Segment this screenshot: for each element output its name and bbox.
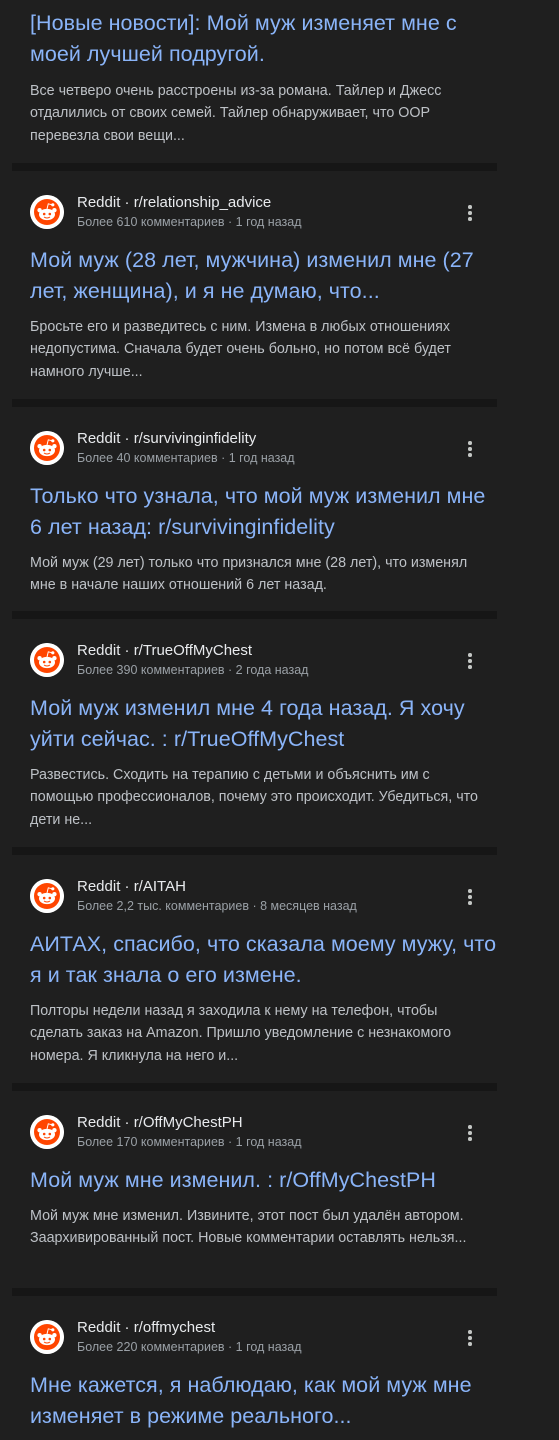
result-source: Reddit · r/offmychest [77, 1319, 216, 1336]
result-meta: Более 2,2 тыс. комментариев · 8 месяцев … [77, 899, 357, 913]
result-title-link[interactable]: Мой муж изменил мне 4 года назад. Я хочу… [30, 693, 500, 755]
result-source: Reddit · r/TrueOffMyChest [77, 642, 253, 659]
more-vert-icon[interactable] [460, 1322, 480, 1352]
reddit-icon [30, 879, 64, 913]
more-vert-icon[interactable] [460, 1117, 480, 1147]
result-divider [12, 1083, 497, 1091]
result-source-header[interactable]: Reddit · r/survivinginfidelity Более 40 … [30, 430, 490, 467]
reddit-icon [30, 643, 64, 677]
result-source-header[interactable]: Reddit · r/AITAH Более 2,2 тыс. коммента… [30, 878, 490, 915]
result-source: Reddit · r/relationship_advice [77, 194, 272, 211]
reddit-icon [30, 195, 64, 229]
result-source-header[interactable]: Reddit · r/offmychest Более 220 коммента… [30, 1319, 490, 1356]
result-meta: Более 220 комментариев · 1 год назад [77, 1340, 302, 1354]
result-divider [12, 847, 497, 855]
more-vert-icon[interactable] [460, 645, 480, 675]
result-title-link[interactable]: АИТАХ, спасибо, что сказала моему мужу, … [30, 929, 500, 991]
more-vert-icon[interactable] [460, 197, 480, 227]
reddit-icon [30, 431, 64, 465]
result-snippet: Развестись. Сходить на терапию с детьми … [30, 767, 479, 828]
result-title-link[interactable]: Мне кажется, я наблюдаю, как мой муж мне… [30, 1370, 500, 1432]
result-source: Reddit · r/OffMyChestPH [77, 1114, 243, 1131]
result-source-header[interactable]: Reddit · r/TrueOffMyChest Более 390 комм… [30, 642, 490, 679]
result-title-link[interactable]: Только что узнала, что мой муж изменил м… [30, 481, 500, 543]
result-divider [12, 163, 497, 171]
result-snippet: Бросьте его и разведитесь с ним. Измена … [30, 319, 451, 380]
more-vert-icon[interactable] [460, 881, 480, 911]
more-vert-icon[interactable] [460, 433, 480, 463]
result-snippet: Мой муж мне изменил. Извините, этот пост… [30, 1208, 467, 1247]
reddit-icon [30, 1320, 64, 1354]
result-source: Reddit · r/AITAH [77, 878, 186, 895]
result-divider [12, 1288, 497, 1296]
reddit-icon [30, 1115, 64, 1149]
result-title-link[interactable]: Мой муж (28 лет, мужчина) изменил мне (2… [30, 245, 500, 307]
result-source-header[interactable]: Reddit · r/OffMyChestPH Более 170 коммен… [30, 1114, 490, 1151]
result-snippet: Полторы недели назад я заходила к нему н… [30, 1003, 452, 1064]
result-snippet: Мой муж (29 лет) только что признался мн… [30, 555, 468, 594]
result-title-link[interactable]: Мой муж мне изменил. : r/OffMyChestPH [30, 1165, 500, 1196]
result-meta: Более 170 комментариев · 1 год назад [77, 1135, 302, 1149]
result-source: Reddit · r/survivinginfidelity [77, 430, 257, 447]
result-meta: Более 610 комментариев · 1 год назад [77, 215, 302, 229]
result-divider [12, 611, 497, 619]
result-snippet: Все четверо очень расстроены из-за роман… [30, 83, 442, 144]
result-title-link[interactable]: [Новые новости]: Мой муж изменяет мне с … [30, 8, 500, 70]
result-source-header[interactable]: Reddit · r/relationship_advice Более 610… [30, 194, 490, 231]
result-meta: Более 40 комментариев · 1 год назад [77, 451, 295, 465]
result-meta: Более 390 комментариев · 2 года назад [77, 663, 309, 677]
result-divider [12, 399, 497, 407]
